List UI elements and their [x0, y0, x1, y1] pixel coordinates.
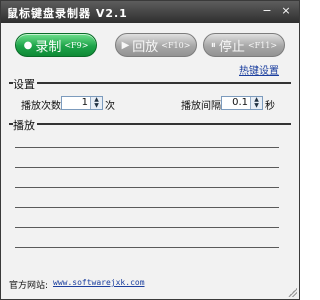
play-count-spinner[interactable]: ▲ ▼ [90, 97, 102, 109]
playback-divider [9, 123, 291, 125]
record-button[interactable]: ● 录制 <F9> [15, 33, 97, 57]
pause-icon: ⏸ [210, 39, 216, 51]
record-icon: ● [23, 39, 33, 51]
play-button[interactable]: ▶ 回放 <F10> [115, 33, 197, 57]
play-count-spinbox[interactable]: 1 ▲ ▼ [61, 96, 103, 110]
interval-value: 0.1 [232, 97, 248, 108]
playback-line [15, 167, 279, 168]
window-title: 鼠标键盘录制器 V2.1 [7, 7, 128, 20]
play-hotkey: <F10> [161, 40, 191, 50]
play-count-unit: 次 [105, 101, 115, 112]
interval-spinner[interactable]: ▲ ▼ [250, 97, 262, 109]
interval-spinbox[interactable]: 0.1 ▲ ▼ [221, 96, 263, 110]
close-button[interactable]: × [278, 4, 294, 18]
stop-button[interactable]: ⏸ 停止 <F11> [203, 33, 285, 57]
website-link[interactable]: www.softwarejxk.com [53, 278, 145, 287]
interval-label: 播放间隔 [181, 101, 221, 112]
app-window: 鼠标键盘录制器 V2.1 − × ● 录制 <F9> ▶ 回放 <F10> ⏸ … [0, 0, 300, 300]
record-hotkey: <F9> [64, 40, 89, 50]
website-label: 官方网站: [9, 281, 49, 291]
interval-unit: 秒 [265, 101, 275, 112]
resize-grip[interactable] [288, 288, 297, 297]
play-count-label: 播放次数 [21, 101, 61, 112]
spin-down-icon[interactable]: ▼ [252, 103, 261, 109]
playback-line [15, 247, 279, 248]
hotkey-settings-link[interactable]: 热键设置 [239, 62, 279, 77]
playback-section-title: 播放 [13, 117, 37, 133]
playback-line [15, 147, 279, 148]
stop-hotkey: <F11> [247, 40, 278, 50]
play-count-value: 1 [81, 97, 88, 108]
settings-section-title: 设置 [13, 76, 37, 92]
spin-down-icon[interactable]: ▼ [92, 103, 101, 109]
playback-line [15, 227, 279, 228]
play-icon: ▶ [121, 39, 130, 51]
settings-divider [9, 82, 291, 84]
stop-label: 停止 [218, 39, 245, 55]
minimize-button[interactable]: − [259, 4, 275, 18]
playback-line [15, 207, 279, 208]
record-label: 录制 [35, 39, 62, 55]
title-bar[interactable]: 鼠标键盘录制器 V2.1 − × [1, 1, 299, 23]
play-label: 回放 [132, 39, 159, 55]
playback-line [15, 187, 279, 188]
